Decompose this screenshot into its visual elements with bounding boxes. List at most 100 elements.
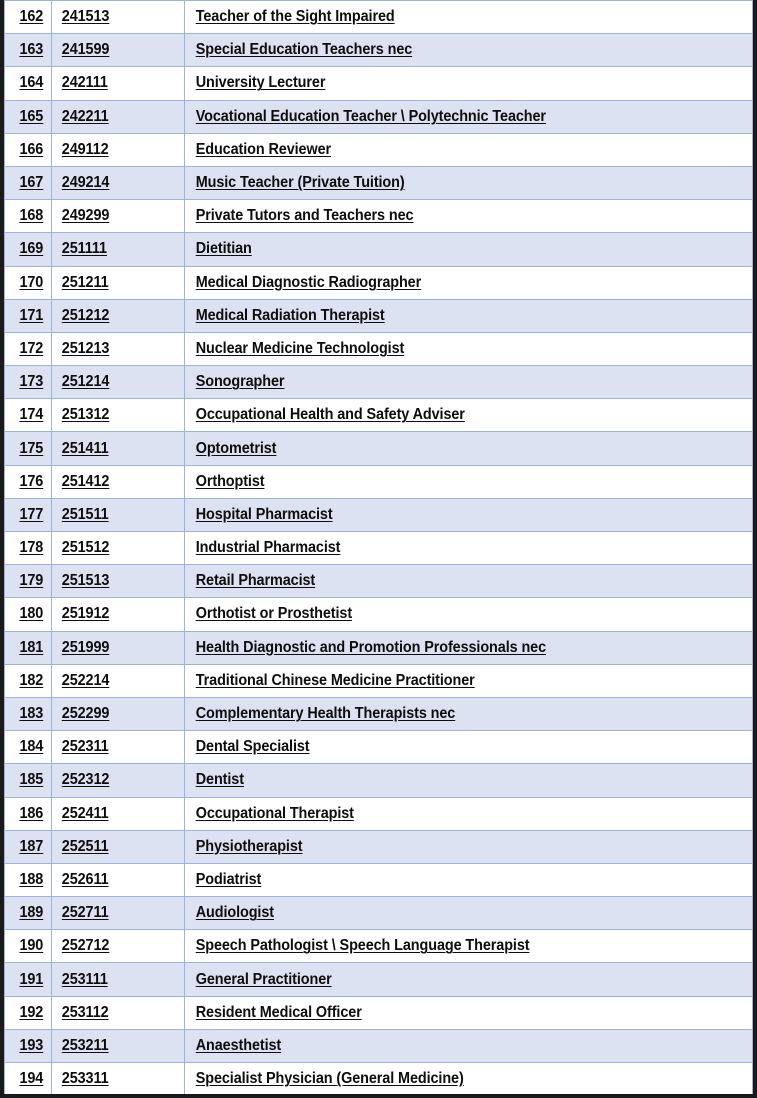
occupation-title-cell: Hospital Pharmacist xyxy=(184,497,753,533)
occupation-title-cell: Medical Radiation Therapist xyxy=(184,298,753,333)
occupation-code-cell: 251212 xyxy=(51,298,185,333)
occupation-title-cell: Occupational Therapist xyxy=(184,796,753,831)
row-index-cell: 164 xyxy=(4,66,52,101)
occupation-code-cell-text: 252312 xyxy=(61,771,110,789)
row-index-cell: 180 xyxy=(4,597,52,632)
table-row: 185 252312 Dentist xyxy=(4,763,753,798)
occupation-title-cell: Industrial Pharmacist xyxy=(184,530,753,566)
occupation-title-cell-text: Occupational Health and Safety Adviser xyxy=(195,406,465,424)
table-row: 192 253112 Resident Medical Officer xyxy=(4,995,753,1030)
occupation-code-cell: 251411 xyxy=(51,431,185,466)
table-row: 177 251511 Hospital Pharmacist xyxy=(4,497,753,533)
row-index-cell: 177 xyxy=(4,497,52,533)
table-row: 170 251211 Medical Diagnostic Radiographer xyxy=(4,265,753,300)
row-index-cell-text: 163 xyxy=(19,41,44,59)
occupation-code-cell-text: 251999 xyxy=(61,638,110,656)
occupation-code-cell: 251111 xyxy=(51,232,185,267)
occupation-title-cell-text: Education Reviewer xyxy=(195,140,332,158)
row-index-cell-text: 180 xyxy=(19,605,44,623)
row-index-cell-text: 174 xyxy=(19,406,44,424)
row-index-cell-text: 181 xyxy=(19,638,44,656)
table-row: 163 241599 Special Education Teachers nec xyxy=(4,33,753,68)
table-row: 186 252411 Occupational Therapist xyxy=(4,796,753,831)
row-index-cell-text: 188 xyxy=(19,870,44,888)
table-row: 181 251999 Health Diagnostic and Promotion… xyxy=(4,630,753,665)
row-index-cell: 193 xyxy=(4,1028,52,1064)
occupation-title-cell-text: Orthoptist xyxy=(195,472,265,490)
occupation-code-cell: 251999 xyxy=(51,630,185,665)
table-row: 190 252712 Speech Pathologist \ Speech Lan… xyxy=(4,929,753,964)
table-row: 183 252299 Complementary Health Therapists… xyxy=(4,696,753,732)
occupation-code-cell-text: 252711 xyxy=(61,904,109,922)
row-index-cell-text: 164 xyxy=(19,74,44,92)
table-row: 167 249214 Music Teacher (Private Tuition) xyxy=(4,165,753,201)
occupation-code-cell-text: 253111 xyxy=(61,970,108,988)
occupation-code-cell: 253311 xyxy=(51,1061,185,1094)
occupation-code-cell-text: 249299 xyxy=(61,207,110,225)
occupation-title-cell: Physiotherapist xyxy=(184,829,753,864)
occupation-code-cell: 252611 xyxy=(51,862,185,898)
occupation-code-cell-text: 251412 xyxy=(61,472,110,490)
occupation-code-cell: 251412 xyxy=(51,464,185,499)
occupation-code-cell-text: 251111 xyxy=(61,240,107,258)
table-row: 164 242111 University Lecturer xyxy=(4,66,753,101)
row-index-cell-text: 185 xyxy=(19,771,44,789)
row-index-cell: 185 xyxy=(4,763,52,798)
occupation-code-cell-text: 251512 xyxy=(61,539,110,557)
row-index-cell: 175 xyxy=(4,431,52,466)
occupation-code-cell-text: 249112 xyxy=(61,140,109,158)
occupation-title-cell: Traditional Chinese Medicine Practitione… xyxy=(184,663,753,698)
occupation-code-cell: 242111 xyxy=(51,66,185,101)
occupation-table-body: 162 241513 Teacher of the Sight Impaired 16… xyxy=(4,0,753,1094)
occupation-code-cell: 252214 xyxy=(51,663,185,698)
occupation-code-cell-text: 251211 xyxy=(61,273,109,291)
occupation-code-cell-text: 241599 xyxy=(61,41,110,59)
row-index-cell: 181 xyxy=(4,630,52,665)
row-index-cell-text: 193 xyxy=(19,1036,44,1054)
occupation-code-cell-text: 252214 xyxy=(61,671,110,689)
occupation-code-cell: 251211 xyxy=(51,265,185,300)
occupation-title-cell-text: Health Diagnostic and Promotion Professi… xyxy=(195,638,547,656)
row-index-cell: 183 xyxy=(4,696,52,732)
occupation-title-cell-text: Private Tutors and Teachers nec xyxy=(195,207,414,225)
occupation-title-cell: Retail Pharmacist xyxy=(184,564,753,599)
table-row: 187 252511 Physiotherapist xyxy=(4,829,753,864)
occupation-title-cell-text: Optometrist xyxy=(195,439,277,457)
occupation-code-cell-text: 252611 xyxy=(61,870,109,888)
occupation-table-container: 162 241513 Teacher of the Sight Impaired 16… xyxy=(4,0,753,1094)
table-row: 189 252711 Audiologist xyxy=(4,896,753,931)
occupation-code-cell: 252299 xyxy=(51,696,185,732)
table-row: 191 253111 General Practitioner xyxy=(4,962,753,997)
occupation-title-cell-text: Medical Diagnostic Radiographer xyxy=(195,273,422,291)
occupation-title-cell: Special Education Teachers nec xyxy=(184,33,753,68)
occupation-code-cell-text: 242211 xyxy=(61,107,109,125)
occupation-title-cell: Resident Medical Officer xyxy=(184,995,753,1030)
occupation-title-cell: Vocational Education Teacher \ Polytechn… xyxy=(184,99,753,134)
occupation-title-cell: General Practitioner xyxy=(184,962,753,997)
row-index-cell-text: 165 xyxy=(19,107,44,125)
occupation-code-cell-text: 249214 xyxy=(61,174,110,192)
row-index-cell: 171 xyxy=(4,298,52,333)
occupation-code-cell: 251511 xyxy=(51,497,185,533)
occupation-title-cell-text: Traditional Chinese Medicine Practitione… xyxy=(195,671,475,689)
row-index-cell-text: 179 xyxy=(19,572,44,590)
table-row: 176 251412 Orthoptist xyxy=(4,464,753,499)
occupation-title-cell: Private Tutors and Teachers nec xyxy=(184,199,753,234)
occupation-title-cell-text: General Practitioner xyxy=(195,970,332,988)
occupation-code-cell: 252511 xyxy=(51,829,185,864)
row-index-cell: 191 xyxy=(4,962,52,997)
occupation-title-cell: Podiatrist xyxy=(184,862,753,898)
occupation-title-cell-text: Dental Specialist xyxy=(195,738,310,756)
row-index-cell: 170 xyxy=(4,265,52,300)
occupation-code-cell: 252712 xyxy=(51,929,185,964)
row-index-cell: 187 xyxy=(4,829,52,864)
row-index-cell-text: 184 xyxy=(19,738,44,756)
occupation-title-cell-text: Medical Radiation Therapist xyxy=(195,306,385,324)
table-row: 178 251512 Industrial Pharmacist xyxy=(4,530,753,566)
occupation-title-cell-text: Podiatrist xyxy=(195,870,262,888)
occupation-code-cell-text: 251312 xyxy=(61,406,110,424)
occupation-title-cell: Dietitian xyxy=(184,232,753,267)
occupation-title-cell-text: Nuclear Medicine Technologist xyxy=(195,339,405,357)
table-row: 169 251111 Dietitian xyxy=(4,232,753,267)
occupation-title-cell: Sonographer xyxy=(184,365,753,400)
